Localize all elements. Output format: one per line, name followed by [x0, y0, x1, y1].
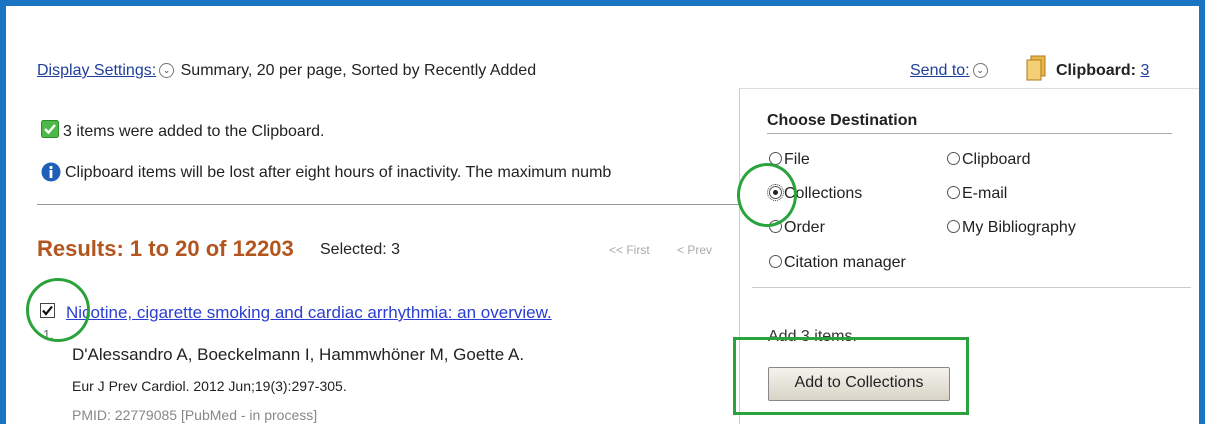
first-page-link[interactable]: << First [609, 243, 650, 257]
radio-icon [947, 152, 960, 166]
clipboard-status: Clipboard: 3 [1056, 62, 1149, 80]
success-check-icon [41, 120, 59, 138]
item-pmid: PMID: 22779085 [PubMed - in process] [72, 407, 318, 423]
clipboard-count-link[interactable]: 3 [1140, 62, 1149, 79]
send-to-bar: Send to: ⌄ [910, 62, 988, 80]
results-heading: Results: 1 to 20 of 12203 [37, 236, 294, 261]
screenshot-frame: Display Settings: ⌄ Summary, 20 per page,… [0, 0, 1205, 424]
selected-count: Selected: 3 [320, 241, 401, 258]
item-title-link[interactable]: Nicotine, cigarette smoking and cardiac … [66, 303, 552, 323]
highlight-circle-checkbox [26, 278, 90, 342]
radio-icon [947, 186, 960, 200]
radio-icon [769, 255, 782, 269]
send-to-link[interactable]: Send to: [910, 62, 970, 79]
chevron-down-icon[interactable]: ⌄ [159, 63, 175, 79]
highlight-box-button [733, 337, 969, 415]
heading-divider [767, 133, 1172, 134]
option-my-bibliography[interactable]: My Bibliography [947, 219, 1076, 237]
option-file-label: File [784, 151, 810, 168]
info-icon [41, 162, 61, 182]
popup-divider [752, 287, 1191, 288]
clipboard-icon [1026, 55, 1046, 81]
option-citation-manager-label: Citation manager [784, 254, 906, 271]
option-email[interactable]: E-mail [947, 185, 1007, 203]
option-order-label: Order [784, 219, 825, 236]
item-citation: Eur J Prev Cardiol. 2012 Jun;19(3):297-3… [72, 378, 347, 394]
message-info: Clipboard items will be lost after eight… [65, 164, 612, 181]
choose-destination-heading: Choose Destination [767, 112, 918, 129]
chevron-down-icon[interactable]: ⌄ [972, 63, 988, 79]
clipboard-label: Clipboard: [1056, 62, 1136, 79]
highlight-circle-collections [737, 163, 797, 227]
item-authors: D'Alessandro A, Boeckelmann I, Hammwhöne… [72, 345, 525, 364]
message-added: 3 items were added to the Clipboard. [63, 123, 325, 140]
display-settings: Display Settings: ⌄ Summary, 20 per page,… [37, 62, 536, 80]
display-settings-value: Summary, 20 per page, Sorted by Recently… [180, 62, 537, 79]
option-clipboard[interactable]: Clipboard [947, 151, 1030, 169]
divider [37, 204, 739, 205]
option-citation-manager[interactable]: Citation manager [769, 254, 906, 272]
radio-icon [947, 220, 960, 234]
option-clipboard-label: Clipboard [962, 151, 1031, 168]
option-email-label: E-mail [962, 185, 1008, 202]
option-my-bibliography-label: My Bibliography [962, 219, 1076, 236]
display-settings-link[interactable]: Display Settings: [37, 62, 156, 79]
prev-page-link[interactable]: < Prev [677, 243, 712, 257]
